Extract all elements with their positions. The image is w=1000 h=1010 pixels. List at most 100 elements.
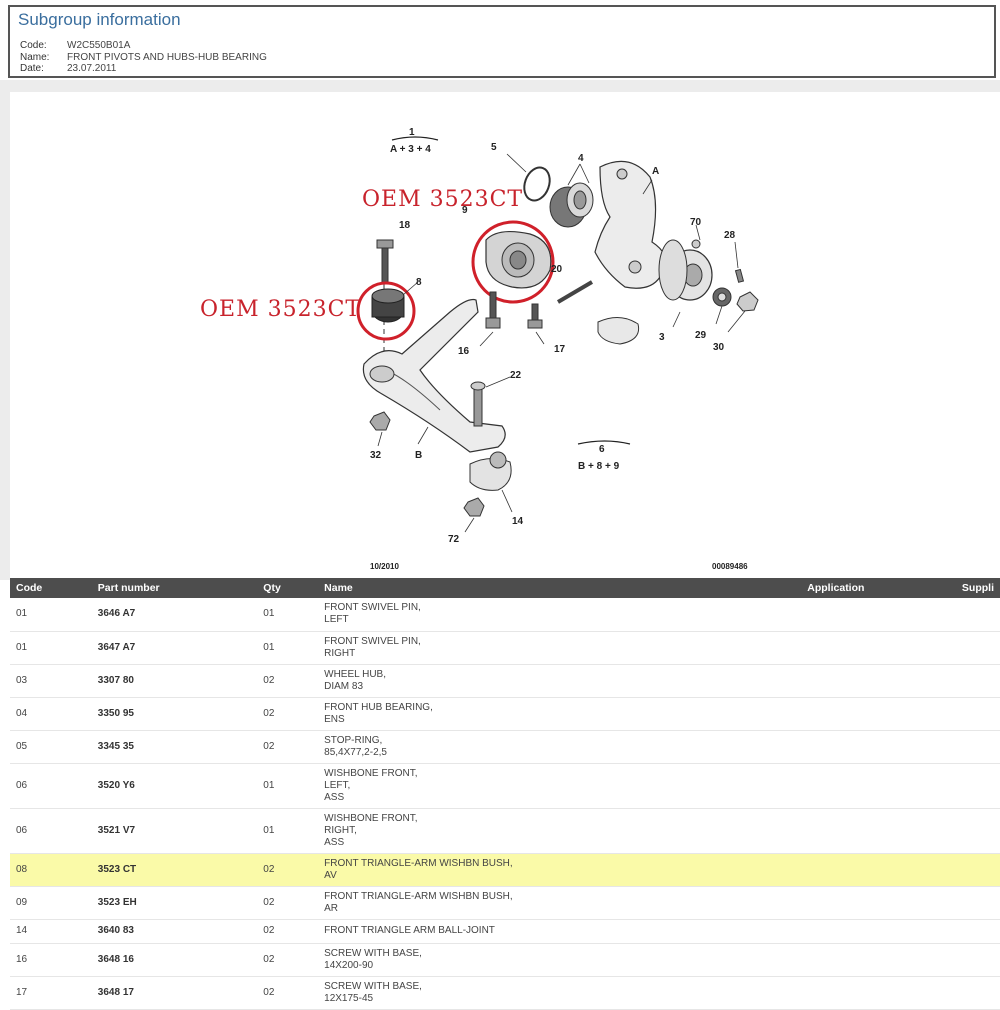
name-line: SCREW WITH BASE, [324, 947, 422, 959]
table-row[interactable]: 06 3521 V7 01 WISHBONE FRONT, RIGHT, ASS [10, 808, 1000, 854]
cell-code: 04 [10, 697, 92, 731]
table-row[interactable]: 01 3646 A7 01 FRONT SWIVEL PIN, LEFT [10, 598, 1000, 632]
group-1-number: 1 [409, 127, 415, 138]
part-label[interactable]: 16 [458, 346, 469, 357]
part-label[interactable]: 9 [462, 205, 468, 216]
cell-name: FRONT TRIANGLE-ARM WISHBN BUSH, AR [318, 886, 802, 920]
cell-name: FRONT SWIVEL PIN, LEFT [318, 598, 802, 632]
page-title: Subgroup information [18, 10, 181, 29]
part-label[interactable]: A [652, 166, 659, 177]
table-row[interactable]: 17 3648 17 02 SCREW WITH BASE, 12X175-45 [10, 976, 1000, 1010]
column-header-name[interactable]: Name [318, 578, 802, 598]
cell-application [801, 598, 956, 632]
cell-name: WISHBONE FRONT, RIGHT, ASS [318, 808, 802, 854]
separator-bar [0, 80, 1000, 92]
cell-code: 01 [10, 598, 92, 632]
part-label[interactable]: 32 [370, 450, 381, 461]
table-row[interactable]: 16 3648 16 02 SCREW WITH BASE, 14X200-90 [10, 943, 1000, 977]
cell-supplier [955, 808, 1000, 854]
cell-name: FRONT SWIVEL PIN, RIGHT [318, 631, 802, 665]
column-header-part-number[interactable]: Part number [91, 578, 258, 598]
table-row[interactable]: 03 3307 80 02 WHEEL HUB, DIAM 83 [10, 664, 1000, 698]
name-line: 12X175-45 [324, 992, 374, 1004]
cell-qty: 01 [257, 598, 319, 632]
diagram-date: 10/2010 [370, 562, 399, 571]
name-line: FRONT TRIANGLE-ARM WISHBN BUSH, [324, 857, 513, 869]
part-label[interactable]: 18 [399, 220, 410, 231]
name-line: FRONT TRIANGLE-ARM WISHBN BUSH, [324, 890, 513, 902]
name-line: ENS [324, 713, 345, 725]
name-line: RIGHT, [324, 824, 357, 836]
meta-key: Name: [20, 51, 50, 63]
part-label[interactable]: 22 [510, 370, 521, 381]
column-header-application[interactable]: Application [801, 578, 956, 598]
cell-part-number: 3521 V7 [91, 808, 258, 854]
name-line: 85,4X77,2-2,5 [324, 746, 387, 758]
cell-part-number: 3307 80 [91, 664, 258, 698]
table-row[interactable]: 08 3523 CT 02 FRONT TRIANGLE-ARM WISHBN BUS… [10, 853, 1000, 887]
cell-qty: 02 [257, 919, 319, 944]
part-label[interactable]: 29 [695, 330, 706, 341]
part-label[interactable]: 14 [512, 516, 523, 527]
table-row[interactable]: 04 3350 95 02 FRONT HUB BEARING, ENS [10, 697, 1000, 731]
part-label[interactable]: 3 [659, 332, 665, 343]
table-row[interactable]: 06 3520 Y6 01 WISHBONE FRONT, LEFT, ASS [10, 763, 1000, 809]
table-row[interactable]: 09 3523 EH 02 FRONT TRIANGLE-ARM WISHBN BUS… [10, 886, 1000, 920]
cell-name: FRONT TRIANGLE-ARM WISHBN BUSH, AV [318, 853, 802, 887]
part-label[interactable]: 20 [551, 264, 562, 275]
meta-row-code: Code: W2C550B01A [20, 40, 267, 52]
cell-supplier [955, 886, 1000, 920]
cell-supplier [955, 730, 1000, 764]
meta-row-name: Name: FRONT PIVOTS AND HUBS-HUB BEARING [20, 52, 267, 64]
cell-application [801, 886, 956, 920]
cell-qty: 02 [257, 853, 319, 887]
name-line: AV [324, 869, 337, 881]
part-label[interactable]: 4 [578, 153, 584, 164]
part-label[interactable]: 30 [713, 342, 724, 353]
cell-code: 03 [10, 664, 92, 698]
cell-qty: 02 [257, 664, 319, 698]
name-line: WISHBONE FRONT, [324, 812, 418, 824]
cell-code: 16 [10, 943, 92, 977]
oem-callout-bearing-bush: OEM 3523CT [362, 187, 524, 212]
group-6-number: 6 [599, 444, 605, 455]
cell-supplier [955, 943, 1000, 977]
table-row[interactable]: 14 3640 83 02 FRONT TRIANGLE ARM BALL-JOINT [10, 919, 1000, 944]
cell-qty: 01 [257, 808, 319, 854]
part-label[interactable]: 17 [554, 344, 565, 355]
exploded-parts-diagram[interactable]: OEM 3523CT OEM 3523CT 1 A + 3 + 4 6 B + … [10, 92, 1000, 578]
cell-code: 09 [10, 886, 92, 920]
table-row[interactable]: 05 3345 35 02 STOP-RING, 85,4X77,2-2,5 [10, 730, 1000, 764]
name-line: FRONT HUB BEARING, [324, 701, 433, 713]
cell-part-number: 3523 CT [91, 853, 258, 887]
part-label[interactable]: 8 [416, 277, 422, 288]
name-line: DIAM 83 [324, 680, 364, 692]
cell-name: WHEEL HUB, DIAM 83 [318, 664, 802, 698]
part-label[interactable]: 72 [448, 534, 459, 545]
cell-qty: 02 [257, 976, 319, 1010]
group-6-formula: B + 8 + 9 [578, 461, 620, 472]
name-line: LEFT [324, 614, 349, 626]
part-label[interactable]: 28 [724, 230, 735, 241]
column-header-code[interactable]: Code [10, 578, 92, 598]
part-label[interactable]: B [415, 450, 422, 461]
name-line: FRONT SWIVEL PIN, [324, 635, 421, 647]
part-label[interactable]: 5 [491, 142, 497, 153]
column-header-qty[interactable]: Qty [257, 578, 319, 598]
cell-supplier [955, 664, 1000, 698]
cell-code: 06 [10, 763, 92, 809]
column-header-supplier[interactable]: Suppli [955, 578, 1000, 598]
cell-part-number: 3648 17 [91, 976, 258, 1010]
cell-qty: 02 [257, 730, 319, 764]
name-line: ASS [324, 791, 345, 803]
cell-supplier [955, 598, 1000, 632]
cell-code: 01 [10, 631, 92, 665]
cell-qty: 01 [257, 763, 319, 809]
cell-application [801, 976, 956, 1010]
left-gutter [0, 80, 10, 580]
table-row[interactable]: 01 3647 A7 01 FRONT SWIVEL PIN, RIGHT [10, 631, 1000, 665]
cell-name: FRONT TRIANGLE ARM BALL-JOINT [318, 919, 802, 944]
cell-application [801, 853, 956, 887]
part-label[interactable]: 70 [690, 217, 701, 228]
cell-qty: 02 [257, 697, 319, 731]
